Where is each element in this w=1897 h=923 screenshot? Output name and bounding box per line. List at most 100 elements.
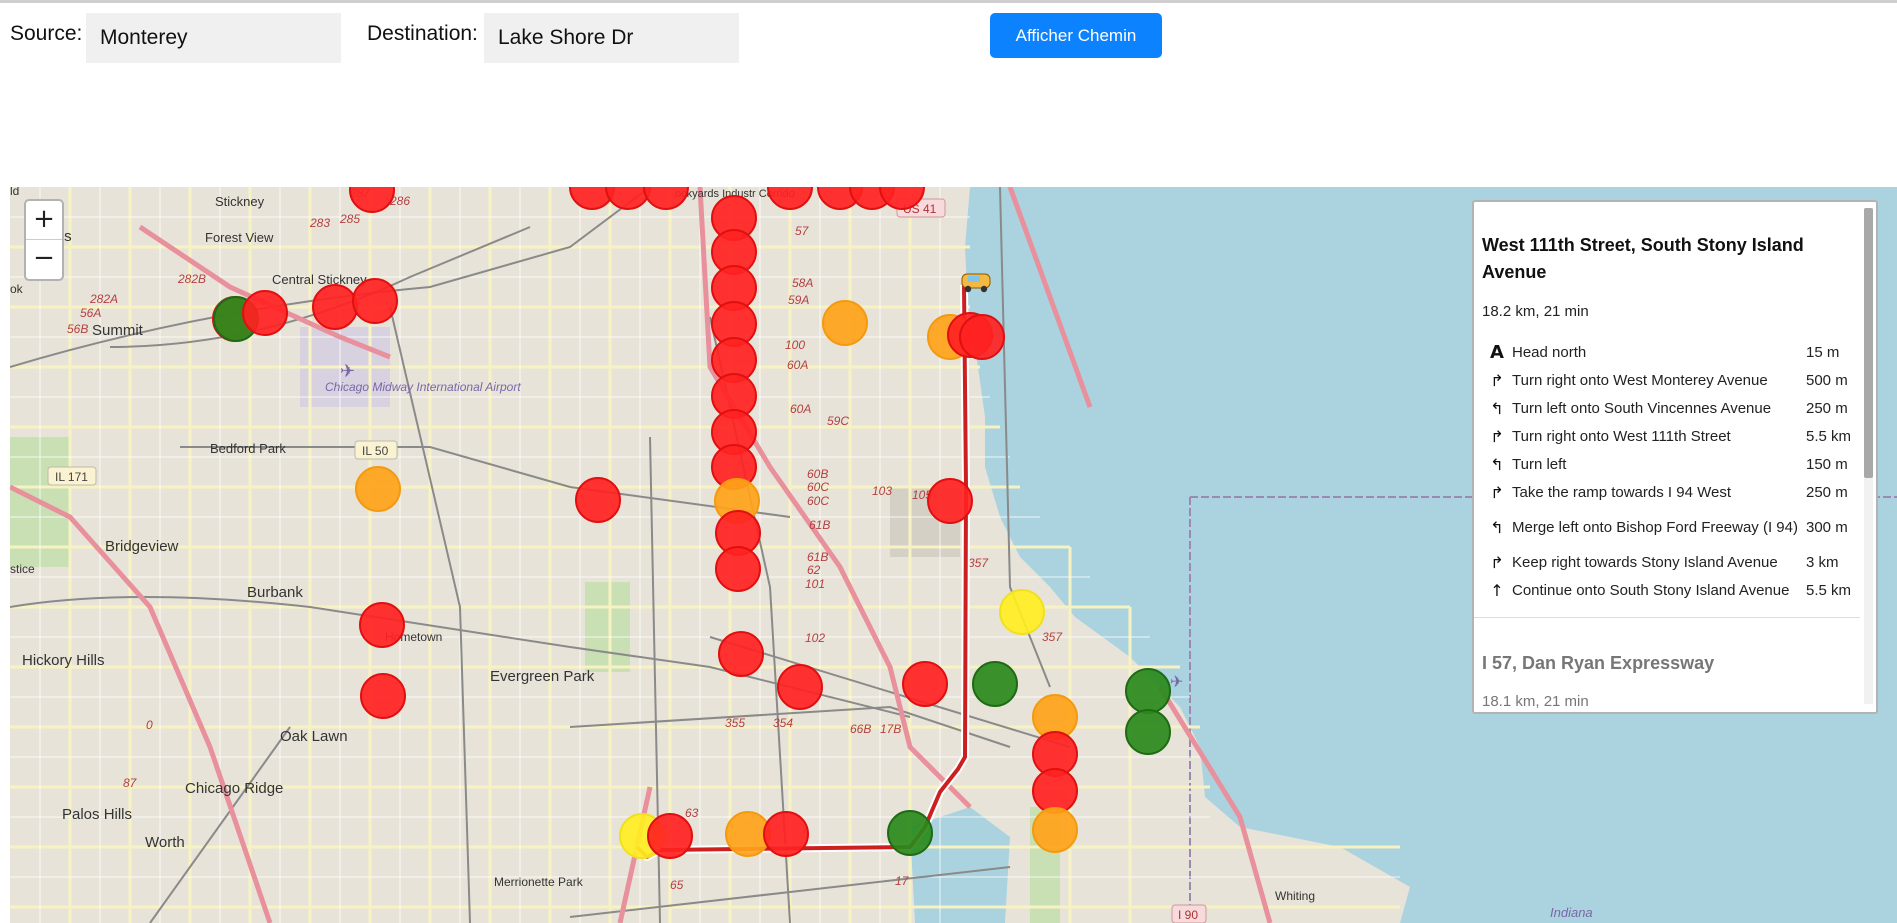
- airport-icon: ✈: [1170, 674, 1183, 691]
- route-number-label: 56A: [80, 306, 101, 320]
- traffic-marker-yellow[interactable]: [999, 589, 1045, 635]
- depart-icon: A: [1490, 341, 1504, 363]
- traffic-marker-red[interactable]: [1032, 768, 1078, 814]
- traffic-marker-red[interactable]: [777, 664, 823, 710]
- traffic-marker-red[interactable]: [575, 477, 621, 523]
- traffic-marker-red[interactable]: [763, 811, 809, 857]
- route-step-distance: 500 m: [1806, 371, 1848, 389]
- route-step[interactable]: ↰ Turn left 150 m: [1482, 450, 1852, 478]
- turn-left-icon: ↰: [1490, 454, 1504, 474]
- place-label-whiting: Whiting: [1275, 889, 1315, 903]
- route-number-label: 357: [968, 556, 989, 570]
- place-label-stickney: Stickney: [215, 194, 265, 209]
- svg-text:IL 171: IL 171: [55, 470, 88, 484]
- route-title[interactable]: West 111th Street, South Stony Island Av…: [1482, 232, 1822, 286]
- zoom-out-button[interactable]: −: [26, 240, 62, 278]
- traffic-marker-red[interactable]: [242, 290, 288, 336]
- place-label-midway: Chicago Midway International Airport: [325, 380, 521, 394]
- traffic-marker-green[interactable]: [887, 810, 933, 856]
- place-label-chicago-ridge: Chicago Ridge: [185, 780, 283, 797]
- place-label-hickory-hills: Hickory Hills: [22, 652, 105, 669]
- route-step-distance: 150 m: [1806, 455, 1848, 473]
- route-number-label: 354: [773, 716, 793, 730]
- route-number-label: 101: [805, 577, 825, 591]
- traffic-marker-red[interactable]: [352, 278, 398, 324]
- route-number-label: 282B: [177, 272, 206, 286]
- route-number-label: 60C: [807, 494, 829, 508]
- route-step-distance: 250 m: [1806, 483, 1848, 501]
- place-label-evergreen-park: Evergreen Park: [490, 668, 595, 685]
- route-step[interactable]: ↰ Turn left onto South Vincennes Avenue 25…: [1482, 394, 1852, 422]
- panel-scrollbar-thumb[interactable]: [1864, 208, 1873, 478]
- route-step[interactable]: ↱ Turn right onto West 111th Street 5.5 km: [1482, 422, 1852, 450]
- route-number-label: 65: [670, 878, 684, 892]
- park-area: [585, 582, 630, 672]
- route-number-label: 357: [1042, 630, 1063, 644]
- svg-text:I 90: I 90: [1178, 908, 1198, 922]
- traffic-marker-red[interactable]: [360, 673, 406, 719]
- traffic-marker-red[interactable]: [902, 661, 948, 707]
- place-label-ok: ok: [10, 282, 24, 296]
- route-step-instruction: Turn right onto West Monterey Avenue: [1512, 371, 1768, 389]
- route-number-label: 59C: [827, 414, 849, 428]
- traffic-marker-orange[interactable]: [1032, 807, 1078, 853]
- place-label-indiana: Indiana: [1550, 905, 1593, 920]
- route-number-label: 57: [795, 224, 810, 238]
- route-number-label: 56B: [67, 322, 88, 336]
- route-step[interactable]: ↱ Keep right towards Stony Island Avenue 3…: [1482, 548, 1852, 576]
- route-number-label: 60A: [790, 402, 811, 416]
- alternative-route-summary: 18.1 km, 21 min: [1482, 693, 1589, 710]
- traffic-marker-red[interactable]: [718, 631, 764, 677]
- traffic-marker-red[interactable]: [927, 478, 973, 524]
- show-path-button[interactable]: Afficher Chemin: [990, 13, 1162, 58]
- traffic-marker-orange[interactable]: [355, 466, 401, 512]
- route-step[interactable]: ↱ Turn right onto West Monterey Avenue 500…: [1482, 366, 1852, 394]
- traffic-marker-red[interactable]: [715, 546, 761, 592]
- place-label-merrionette-park: Merrionette Park: [494, 875, 584, 889]
- route-number-label: 17B: [880, 722, 901, 736]
- destination-input[interactable]: [484, 13, 739, 63]
- route-step[interactable]: ↱ Take the ramp towards I 94 West 250 m: [1482, 478, 1852, 506]
- place-label-bedford-park: Bedford Park: [210, 441, 286, 456]
- map-view[interactable]: ✈ ✈ Stickney yons Forest View Central St…: [10, 187, 1897, 923]
- place-label-central-stickney: Central Stickney: [272, 272, 367, 287]
- traffic-marker-red[interactable]: [647, 813, 693, 859]
- directions-panel[interactable]: West 111th Street, South Stony Island Av…: [1472, 200, 1878, 714]
- traffic-marker-green[interactable]: [1125, 709, 1171, 755]
- turn-right-icon: ↱: [1490, 482, 1504, 502]
- traffic-marker-red[interactable]: [359, 602, 405, 648]
- route-number-label: 285: [339, 212, 360, 226]
- route-number-label: 355: [725, 716, 745, 730]
- route-step-distance: 250 m: [1806, 399, 1848, 417]
- route-step[interactable]: ↰ Merge left onto Bishop Ford Freeway (I …: [1482, 506, 1852, 548]
- route-step-instruction: Turn left onto South Vincennes Avenue: [1512, 399, 1772, 417]
- route-step-instruction: Keep right towards Stony Island Avenue: [1512, 553, 1778, 571]
- route-number-label: 100: [785, 338, 805, 352]
- route-step[interactable]: A Head north 15 m: [1482, 338, 1852, 366]
- place-label-forest-view: Forest View: [205, 230, 274, 245]
- zoom-in-button[interactable]: +: [26, 201, 62, 240]
- source-input[interactable]: [86, 13, 341, 63]
- source-label: Source:: [10, 22, 83, 45]
- traffic-marker-green[interactable]: [1125, 668, 1171, 714]
- route-step-distance: 15 m: [1806, 343, 1840, 361]
- turn-left-icon: ↰: [1490, 398, 1504, 418]
- alternative-route-title[interactable]: I 57, Dan Ryan Expressway: [1482, 653, 1714, 674]
- route-step-distance: 3 km: [1806, 553, 1839, 571]
- zoom-control: + −: [24, 199, 64, 281]
- route-step[interactable]: ↑ Continue onto South Stony Island Avenue…: [1482, 576, 1852, 604]
- route-number-label: 63: [685, 806, 699, 820]
- panel-scrollbar[interactable]: [1864, 208, 1873, 704]
- shield-i90: I 90: [1171, 904, 1207, 923]
- place-label-summit: Summit: [92, 322, 144, 339]
- top-border: [0, 0, 1897, 3]
- turn-right-icon: ↱: [1490, 552, 1504, 572]
- traffic-marker-green[interactable]: [972, 661, 1018, 707]
- route-number-label: 60C: [807, 480, 829, 494]
- traffic-marker-orange[interactable]: [822, 300, 868, 346]
- traffic-marker-red[interactable]: [959, 314, 1005, 360]
- shield-il50: IL 50: [354, 440, 398, 460]
- shield-il171: IL 171: [47, 466, 97, 486]
- turn-left-icon: ↰: [1490, 517, 1504, 537]
- traffic-marker-red[interactable]: [312, 284, 358, 330]
